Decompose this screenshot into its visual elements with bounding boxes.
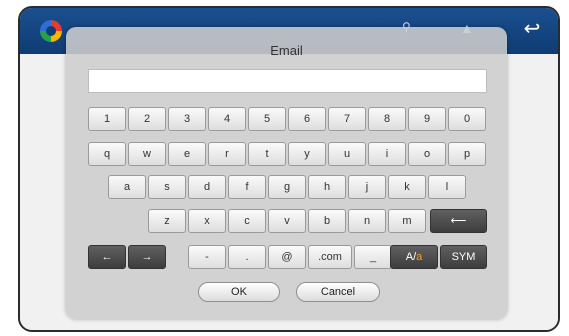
key-r[interactable]: r <box>208 142 246 166</box>
back-icon[interactable]: ↩ <box>520 18 544 40</box>
key-dotcom[interactable]: .com <box>308 245 352 269</box>
key-2[interactable]: 2 <box>128 107 166 131</box>
key-j[interactable]: j <box>348 175 386 199</box>
sym-key[interactable]: SYM <box>440 245 487 269</box>
key-0[interactable]: 0 <box>448 107 486 131</box>
backspace-key[interactable]: ⟵ <box>430 209 487 233</box>
key-at[interactable]: @ <box>268 245 306 269</box>
key-v[interactable]: v <box>268 209 306 233</box>
key-n[interactable]: n <box>348 209 386 233</box>
key-w[interactable]: w <box>128 142 166 166</box>
key-dot[interactable]: . <box>228 245 266 269</box>
ok-button[interactable]: OK <box>198 282 280 302</box>
key-c[interactable]: c <box>228 209 266 233</box>
key-k[interactable]: k <box>388 175 426 199</box>
key-9[interactable]: 9 <box>408 107 446 131</box>
key-6[interactable]: 6 <box>288 107 326 131</box>
key-l[interactable]: l <box>428 175 466 199</box>
key-4[interactable]: 4 <box>208 107 246 131</box>
key-g[interactable]: g <box>268 175 306 199</box>
dialog-title: Email <box>270 43 303 58</box>
key-m[interactable]: m <box>388 209 426 233</box>
key-q[interactable]: q <box>88 142 126 166</box>
arrow-right-key[interactable]: → <box>128 245 166 269</box>
key-x[interactable]: x <box>188 209 226 233</box>
app-logo-icon[interactable] <box>40 20 62 42</box>
key-z[interactable]: z <box>148 209 186 233</box>
key-f[interactable]: f <box>228 175 266 199</box>
key-3[interactable]: 3 <box>168 107 206 131</box>
key-a[interactable]: a <box>108 175 146 199</box>
arrow-left-key[interactable]: ← <box>88 245 126 269</box>
key-h[interactable]: h <box>308 175 346 199</box>
key-1[interactable]: 1 <box>88 107 126 131</box>
key-u[interactable]: u <box>328 142 366 166</box>
key-b[interactable]: b <box>308 209 346 233</box>
key-5[interactable]: 5 <box>248 107 286 131</box>
key-t[interactable]: t <box>248 142 286 166</box>
email-dialog: Email 1234567890 qwertyuiop asdfghjkl zxcvb… <box>66 27 507 319</box>
key-underscore[interactable]: _ <box>354 245 392 269</box>
key-dash[interactable]: - <box>188 245 226 269</box>
key-7[interactable]: 7 <box>328 107 366 131</box>
key-p[interactable]: p <box>448 142 486 166</box>
key-y[interactable]: y <box>288 142 326 166</box>
case-toggle-key[interactable]: A/a <box>390 245 438 269</box>
key-d[interactable]: d <box>188 175 226 199</box>
key-8[interactable]: 8 <box>368 107 406 131</box>
cancel-button[interactable]: Cancel <box>296 282 380 302</box>
email-field[interactable] <box>88 69 487 93</box>
key-i[interactable]: i <box>368 142 406 166</box>
key-o[interactable]: o <box>408 142 446 166</box>
key-s[interactable]: s <box>148 175 186 199</box>
key-e[interactable]: e <box>168 142 206 166</box>
